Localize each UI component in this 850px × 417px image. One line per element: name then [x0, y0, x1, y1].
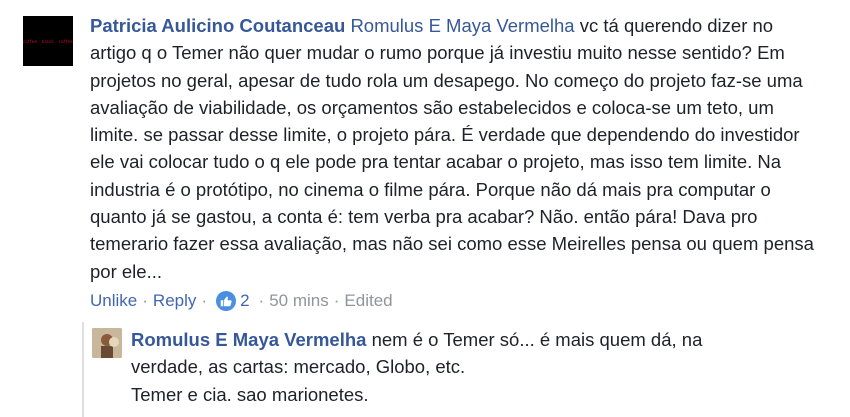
- comment-text: Patricia Aulicino Coutanceau Romulus E M…: [90, 12, 815, 285]
- reply-author[interactable]: Romulus E Maya Vermelha: [131, 329, 366, 350]
- comment-body: Patricia Aulicino Coutanceau Romulus E M…: [90, 12, 815, 311]
- reply-text: Romulus E Maya Vermelha nem é o Temer só…: [131, 326, 761, 408]
- timestamp[interactable]: 50 mins: [269, 291, 329, 311]
- avatar[interactable]: coffee · black · coffee: [23, 16, 73, 66]
- reply-thread: Romulus E Maya Vermelha nem é o Temer só…: [82, 322, 792, 417]
- comment-message: vc tá querendo dizer no artigo q o Temer…: [90, 15, 814, 282]
- reply-body: Romulus E Maya Vermelha nem é o Temer só…: [131, 326, 761, 408]
- comment-author[interactable]: Patricia Aulicino Coutanceau: [90, 15, 345, 36]
- reply-link[interactable]: Reply: [153, 291, 196, 311]
- reply-avatar[interactable]: [92, 328, 122, 358]
- like-icon[interactable]: [216, 290, 237, 311]
- like-count[interactable]: 2: [240, 291, 249, 311]
- separator: ·: [333, 290, 340, 310]
- separator: ·: [258, 290, 265, 310]
- separator: ·: [201, 290, 208, 310]
- comment-mention[interactable]: Romulus E Maya Vermelha: [350, 15, 574, 36]
- comment-actions: Unlike · Reply · 2 · 50 mins · Edited: [90, 290, 815, 311]
- reply-message-line2: Temer e cia. sao marionetes.: [131, 383, 369, 405]
- separator: ·: [142, 290, 148, 310]
- edited-label[interactable]: Edited: [344, 291, 392, 311]
- unlike-link[interactable]: Unlike: [90, 291, 137, 311]
- avatar-logo-text: coffee · black · coffee: [23, 38, 73, 44]
